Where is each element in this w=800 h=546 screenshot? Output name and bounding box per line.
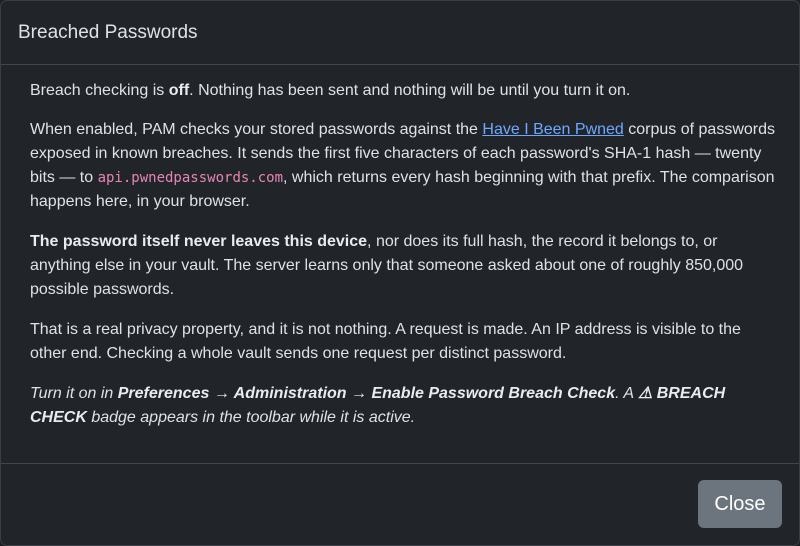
caveat-paragraph: That is a real privacy property, and it … [30, 318, 777, 366]
preferences-path: Preferences → Administration → Enable Pa… [117, 385, 616, 402]
dialog-body: Breach checking is off. Nothing has been… [1, 65, 799, 464]
caveat-text: That is a real privacy property, and it … [30, 321, 741, 362]
explanation-text-1: When enabled, PAM checks your stored pas… [30, 121, 483, 138]
dialog-header: Breached Passwords [1, 1, 799, 65]
instructions-text-3: badge appears in the toolbar while it is… [86, 409, 416, 426]
instructions-paragraph: Turn it on in Preferences → Administrati… [30, 382, 777, 430]
status-paragraph: Breach checking is off. Nothing has been… [30, 79, 777, 103]
close-button[interactable]: Close [698, 480, 782, 528]
dialog-title: Breached Passwords [18, 21, 198, 43]
status-text-1: Breach checking is [30, 82, 169, 99]
instructions-text-1: Turn it on in [30, 385, 118, 402]
breached-passwords-dialog: Breached Passwords Breach checking is of… [0, 0, 800, 546]
hibp-link[interactable]: Have I Been Pwned [482, 121, 623, 138]
privacy-paragraph: The password itself never leaves this de… [30, 230, 777, 302]
status-off-emphasis: off [168, 82, 190, 99]
status-text-2: . Nothing has been sent and nothing will… [189, 82, 631, 99]
dialog-footer: Close [1, 464, 799, 544]
explanation-paragraph: When enabled, PAM checks your stored pas… [30, 118, 777, 214]
privacy-emphasis: The password itself never leaves this de… [30, 233, 368, 250]
instructions-text-2: . A [615, 385, 638, 402]
api-domain-code: api.pwnedpasswords.com [97, 170, 284, 186]
